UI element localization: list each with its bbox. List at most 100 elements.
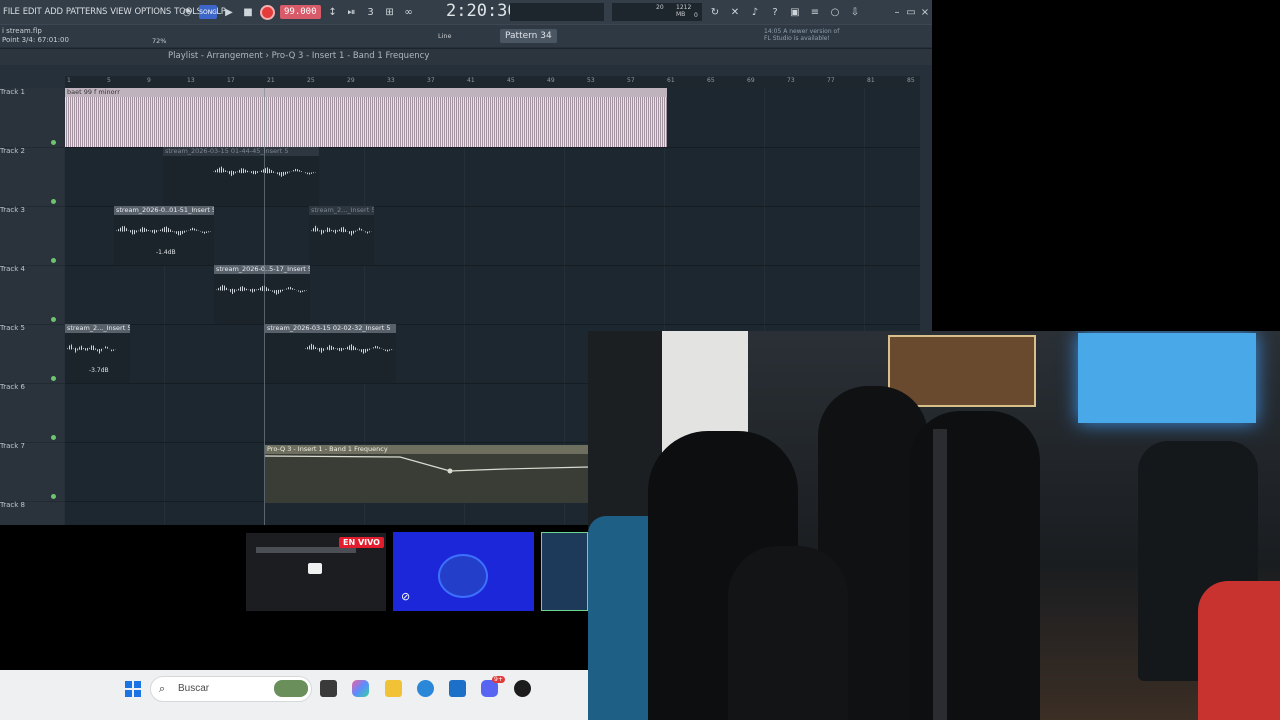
track-header[interactable]: Track 6	[0, 383, 64, 443]
ruler-mark: 37	[427, 77, 435, 84]
track-enabled-led[interactable]	[51, 140, 56, 145]
tempo-display[interactable]: 99.000	[280, 5, 321, 19]
track-header[interactable]: Track 1	[0, 88, 64, 148]
track-header[interactable]: Track 2	[0, 147, 64, 207]
person-edge	[1198, 581, 1280, 720]
chat-icon[interactable]: ○	[828, 5, 842, 19]
camera-off-icon[interactable]: ⊘	[401, 590, 410, 603]
menu-file[interactable]: FILE	[3, 7, 20, 17]
snap-select[interactable]: Line	[438, 32, 452, 40]
save-icon[interactable]: ▣	[788, 5, 802, 19]
person-front	[728, 546, 848, 720]
transport-bar: ◔ SONG ▶ ■ 99.000 ↕ ⏯ 3 ⊞ ∞	[180, 2, 416, 22]
play-icon[interactable]: ▶	[222, 5, 236, 19]
loop-record-icon[interactable]: ∞	[402, 5, 416, 19]
countdown-icon[interactable]: 3	[364, 5, 378, 19]
webcam-thumbnail[interactable]: ⊘	[393, 532, 534, 611]
menu-add[interactable]: ADD	[45, 7, 64, 17]
track-header[interactable]: Track 4	[0, 265, 64, 325]
timeline-ruler[interactable]: 1 5 9 13 17 21 25 29 33 37 41 45 49 53 57 61 65 69 73 77 81 8…	[65, 76, 920, 88]
clip-track4[interactable]: stream_2026-0..5-17_Insert 5	[214, 265, 310, 324]
hint-bar: Point 3/4: 67:01:00	[2, 36, 69, 44]
search-placeholder: Buscar	[178, 683, 210, 694]
track-header[interactable]: Track 5	[0, 324, 64, 384]
project-info: i stream.flp Point 3/4: 67:01:00	[2, 27, 69, 45]
track-header[interactable]: Track 7	[0, 442, 64, 502]
memory-value: 1212 MB	[676, 4, 692, 18]
restore-icon[interactable]: ▭	[904, 5, 918, 19]
cut-icon[interactable]: ✕	[728, 5, 742, 19]
edge-icon[interactable]	[417, 680, 434, 697]
menu-options[interactable]: OPTIONS	[135, 7, 172, 17]
webcam-feed	[588, 331, 1280, 720]
ruler-mark: 33	[387, 77, 395, 84]
menu-view[interactable]: VIEW	[110, 7, 131, 17]
close-icon[interactable]: ×	[918, 5, 932, 19]
minimize-icon[interactable]: –	[890, 5, 904, 19]
wait-icon[interactable]: ⏯	[345, 5, 359, 19]
download-icon[interactable]: ⇩	[848, 5, 862, 19]
help-icon[interactable]: ?	[768, 5, 782, 19]
automation-clip[interactable]: Pro-Q 3 - Insert 1 - Band 1 Frequency	[265, 445, 588, 503]
undo-icon[interactable]: ↻	[708, 5, 722, 19]
menu-patterns[interactable]: PATTERNS	[66, 7, 108, 17]
playlist-header	[0, 48, 932, 65]
clip-track2[interactable]: stream_2026-03-15 01-44-45_Insert 5	[163, 147, 319, 206]
tap-icon[interactable]: ↕	[326, 5, 340, 19]
track-header[interactable]: Track 8	[0, 501, 64, 525]
search-icon: ⌕	[159, 682, 166, 695]
track-enabled-led[interactable]	[51, 258, 56, 263]
clip-gain: -3.7dB	[89, 367, 109, 374]
track-header[interactable]: Track 3	[0, 206, 64, 266]
record-button[interactable]	[260, 4, 275, 20]
ruler-mark: 49	[547, 77, 555, 84]
stop-icon[interactable]: ■	[241, 5, 255, 19]
track-enabled-led[interactable]	[51, 435, 56, 440]
blend-icon[interactable]: ⊞	[383, 5, 397, 19]
song-position-display[interactable]: 2:20:30	[446, 1, 518, 21]
clip-label: stream_2026-0..01-51_Insert 5	[114, 206, 214, 215]
playlist-breadcrumb: Playlist - Arrangement › Pro-Q 3 - Inser…	[168, 51, 430, 61]
task-view-icon[interactable]	[320, 680, 337, 697]
weather-widget-icon[interactable]	[274, 680, 308, 697]
ruler-mark: 73	[787, 77, 795, 84]
track-enabled-led[interactable]	[51, 199, 56, 204]
clip-track5[interactable]: stream_2..._Insert 5 -3.7dB	[65, 324, 130, 383]
track-name: Track 6	[0, 383, 25, 391]
copilot-icon[interactable]	[352, 680, 369, 697]
pattern-selector[interactable]: Pattern 34	[500, 29, 557, 43]
ruler-mark: 41	[467, 77, 475, 84]
waveform	[116, 225, 212, 236]
window-thumbnail[interactable]	[541, 532, 588, 611]
menu-edit[interactable]: EDIT	[23, 7, 42, 17]
file-explorer-icon[interactable]	[385, 680, 402, 697]
automation-curve	[265, 455, 588, 474]
clip-track5b[interactable]: stream_2026-03-15 02-02-32_Insert 5	[265, 324, 396, 383]
waveform	[67, 343, 116, 354]
playhead[interactable]	[264, 88, 265, 525]
ruler-mark: 13	[187, 77, 195, 84]
ruler-mark: 53	[587, 77, 595, 84]
ruler-mark: 21	[267, 77, 275, 84]
ruler-mark: 85	[907, 77, 915, 84]
metronome-icon[interactable]: ◔	[180, 5, 194, 19]
mixer-icon[interactable]: ≡	[808, 5, 822, 19]
clip-beat[interactable]: baet 99 f minorr	[65, 88, 667, 147]
obs-icon[interactable]	[514, 680, 531, 697]
song-mode-button[interactable]: SONG	[199, 5, 217, 19]
ruler-mark: 77	[827, 77, 835, 84]
track-enabled-led[interactable]	[51, 494, 56, 499]
windows-start-icon[interactable]	[125, 681, 141, 697]
track-enabled-led[interactable]	[51, 317, 56, 322]
track-enabled-led[interactable]	[51, 376, 56, 381]
clip-track3b[interactable]: stream_2..._Insert 5	[309, 206, 374, 265]
track-lane[interactable]	[65, 265, 920, 325]
track-name: Track 2	[0, 147, 25, 155]
clip-track3[interactable]: stream_2026-0..01-51_Insert 5 -1.4dB	[114, 206, 214, 265]
update-notice[interactable]: 14:05 A newer version of FL Studio is av…	[764, 28, 844, 42]
ruler-mark: 1	[67, 77, 71, 84]
ruler-mark: 45	[507, 77, 515, 84]
store-icon[interactable]	[449, 680, 466, 697]
ruler-mark: 5	[107, 77, 111, 84]
microphone-icon[interactable]: ♪	[748, 5, 762, 19]
